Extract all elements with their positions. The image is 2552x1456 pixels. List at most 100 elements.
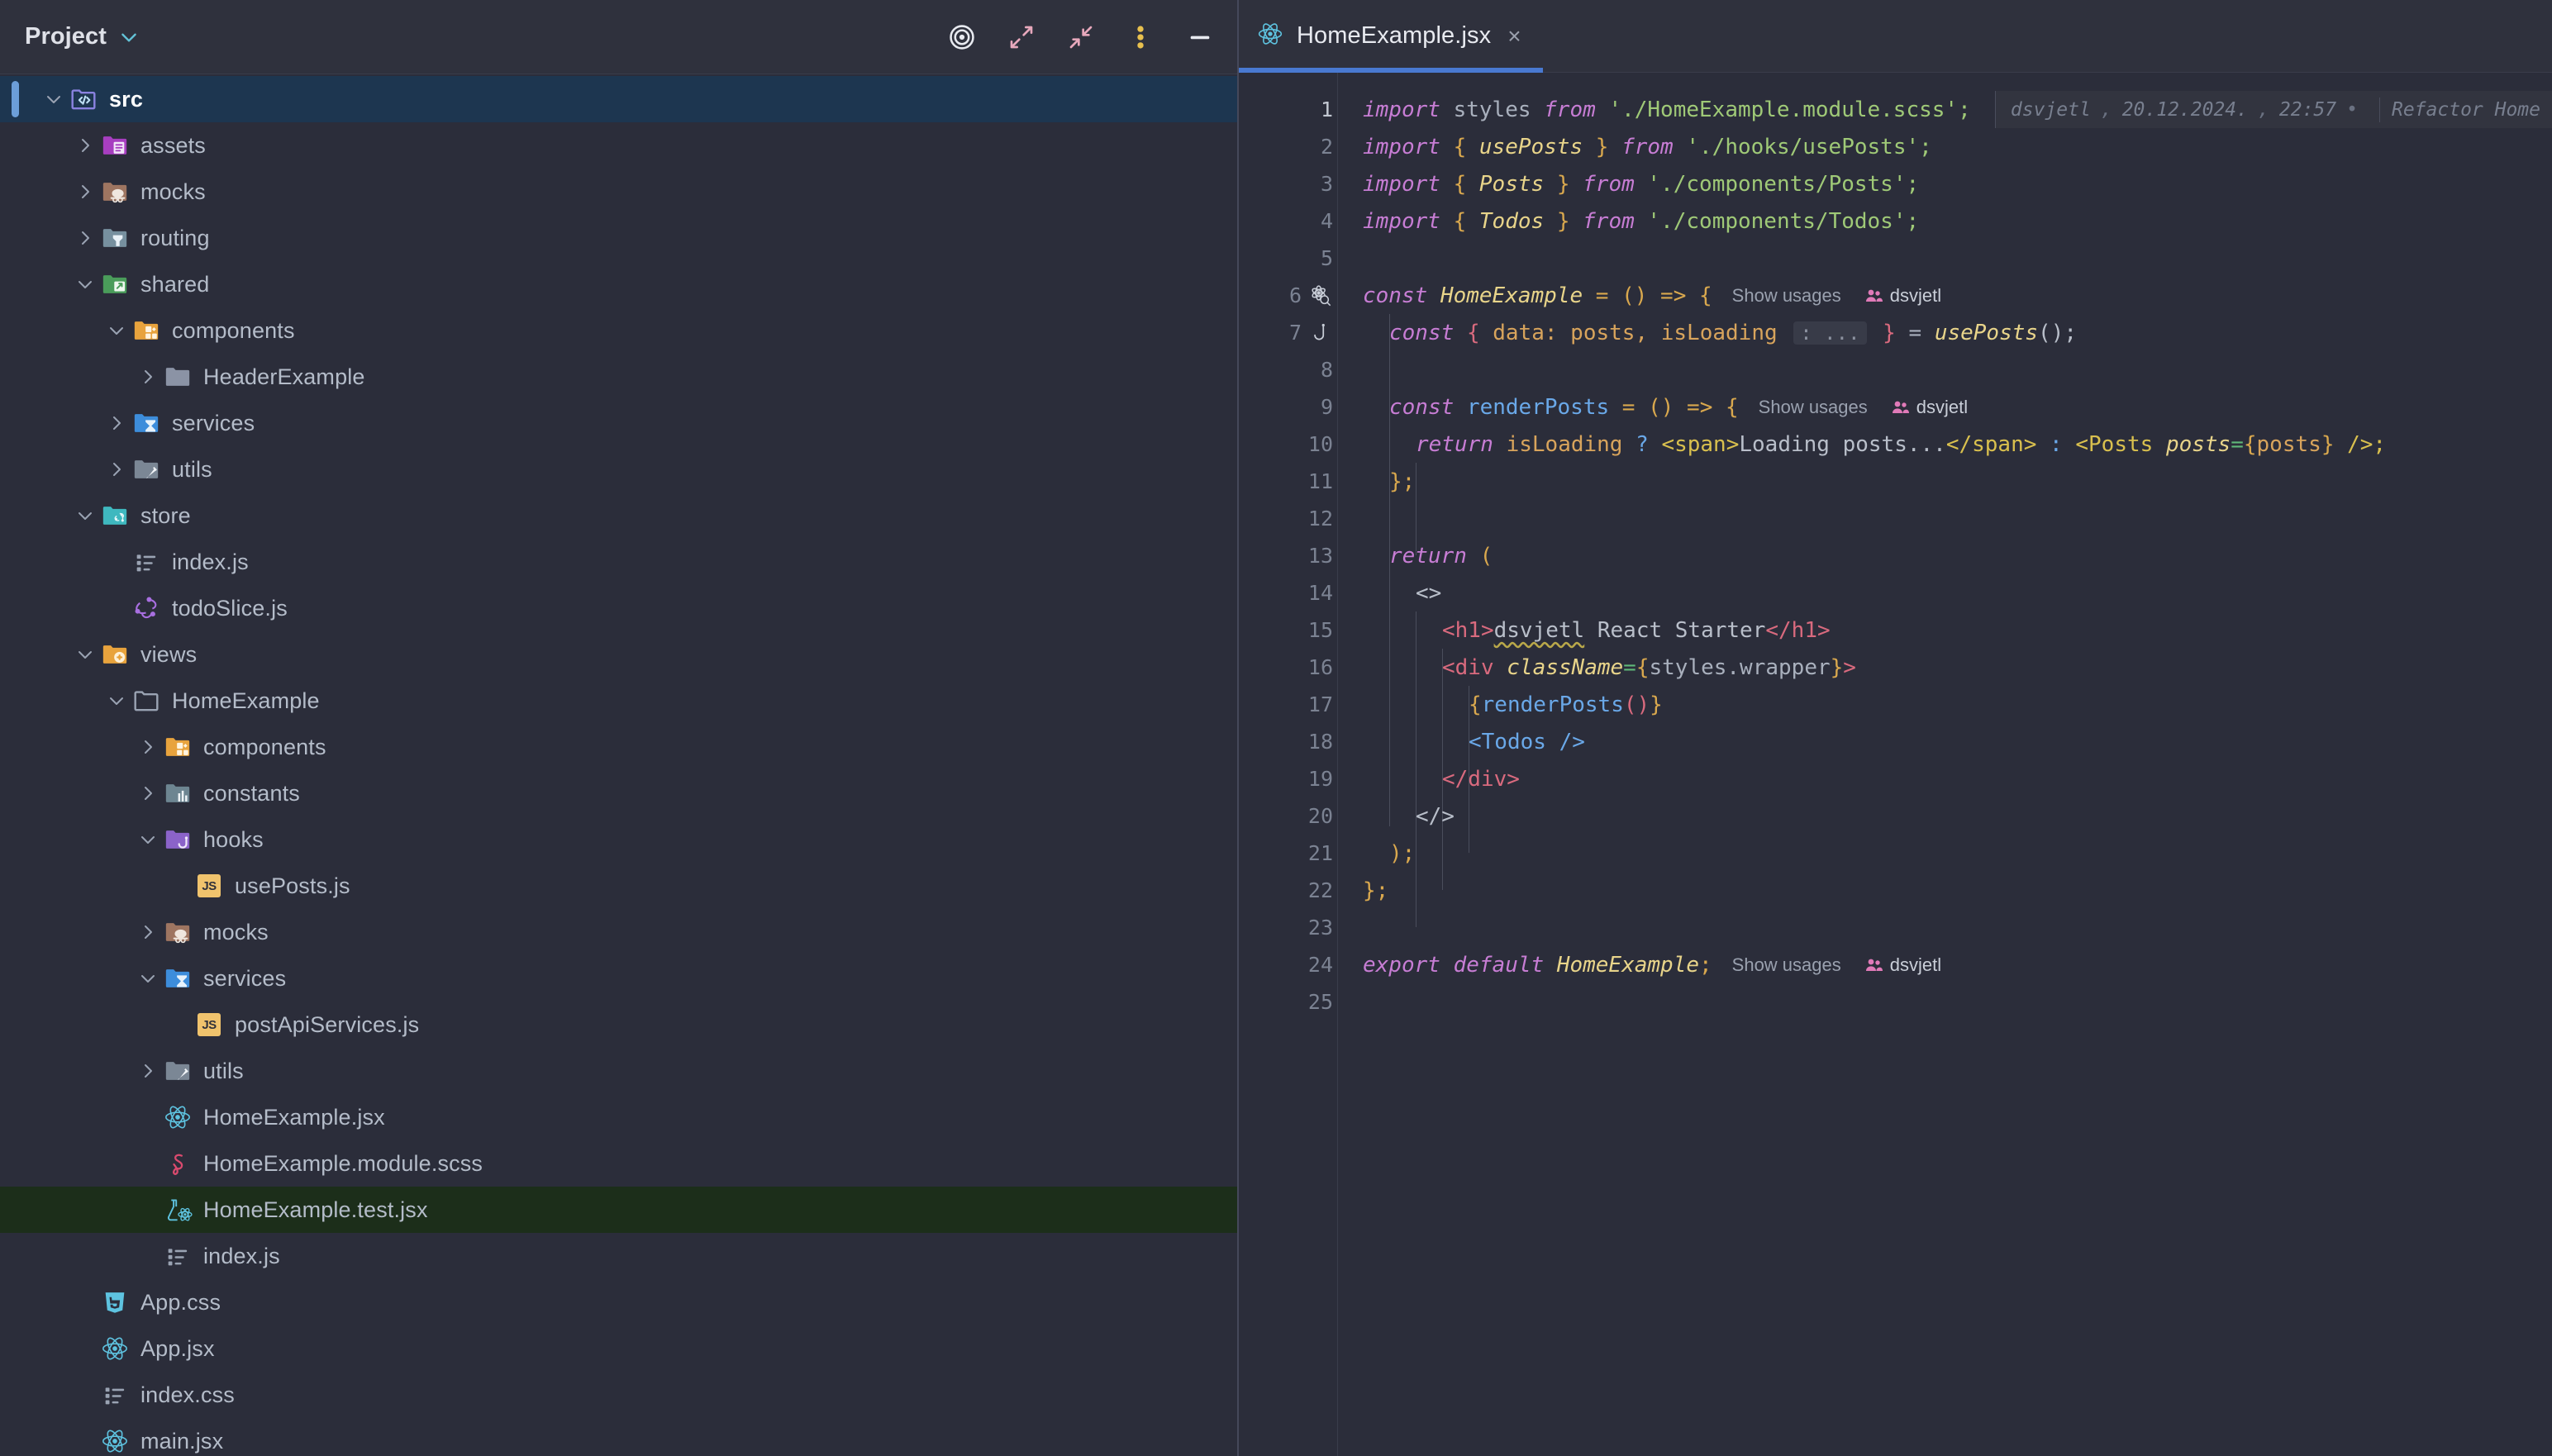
- tree-item-assets[interactable]: assets: [0, 122, 1237, 169]
- chevron-right-icon[interactable]: [102, 455, 131, 483]
- tree-item-hooks[interactable]: hooks: [0, 816, 1237, 863]
- tree-item-useposts-js[interactable]: JSusePosts.js: [0, 863, 1237, 909]
- target-icon[interactable]: [946, 21, 978, 53]
- gutter-line-6[interactable]: 6: [1239, 277, 1338, 314]
- gutter-line-23[interactable]: 23: [1239, 909, 1338, 946]
- collapsed-inlay-hint[interactable]: : ...: [1793, 321, 1866, 345]
- gutter-line-5[interactable]: 5: [1239, 240, 1338, 277]
- react-hook-icon[interactable]: [1308, 322, 1333, 344]
- editor-code-content[interactable]: import styles from './HomeExample.module…: [1338, 73, 2552, 1456]
- gutter-line-3[interactable]: 3: [1239, 165, 1338, 202]
- gutter-line-8[interactable]: 8: [1239, 351, 1338, 388]
- gutter-line-7[interactable]: 7: [1239, 314, 1338, 351]
- gutter-line-11[interactable]: 11: [1239, 463, 1338, 500]
- tree-item-utils[interactable]: utils: [0, 1048, 1237, 1094]
- minimize-dash-icon[interactable]: [1184, 21, 1216, 53]
- close-icon[interactable]: ×: [1507, 25, 1521, 48]
- code-editor-area[interactable]: 1234567891011121314151617181920212223242…: [1239, 73, 2552, 1456]
- gutter-line-12[interactable]: 12: [1239, 500, 1338, 537]
- chevron-right-icon[interactable]: [134, 733, 162, 761]
- vertical-dots-icon[interactable]: [1125, 21, 1156, 53]
- chevron-down-icon[interactable]: [134, 826, 162, 854]
- tree-item-headerexample[interactable]: HeaderExample: [0, 354, 1237, 400]
- chevron-down-icon[interactable]: [134, 964, 162, 992]
- chevron-right-icon[interactable]: [134, 1057, 162, 1085]
- gutter-line-13[interactable]: 13: [1239, 537, 1338, 574]
- gutter-line-17[interactable]: 17: [1239, 686, 1338, 723]
- chevron-right-icon[interactable]: [71, 178, 99, 206]
- editor-tab-homeexample-jsx[interactable]: HomeExample.jsx ×: [1239, 0, 1543, 72]
- collapse-arrows-icon[interactable]: [1065, 21, 1097, 53]
- chevron-down-icon[interactable]: [71, 640, 99, 669]
- tree-item-homeexample[interactable]: HomeExample: [0, 678, 1237, 724]
- tree-item-mocks[interactable]: mocks: [0, 909, 1237, 955]
- tree-item-index-css[interactable]: index.css: [0, 1372, 1237, 1418]
- chevron-down-icon[interactable]: [71, 502, 99, 530]
- token-brace-open: {: [1454, 172, 1467, 197]
- tree-item-homeexample-test-jsx[interactable]: HomeExample.test.jsx: [0, 1187, 1237, 1233]
- tree-item-app-css[interactable]: App.css: [0, 1279, 1237, 1325]
- tree-item-mocks[interactable]: mocks: [0, 169, 1237, 215]
- tree-item-store[interactable]: store: [0, 492, 1237, 539]
- gutter-line-14[interactable]: 14: [1239, 574, 1338, 611]
- tree-item-utils[interactable]: utils: [0, 446, 1237, 492]
- tree-item-views[interactable]: views: [0, 631, 1237, 678]
- gutter-line-15[interactable]: 15: [1239, 611, 1338, 649]
- chevron-down-icon[interactable]: [102, 687, 131, 715]
- editor-gutter[interactable]: 1234567891011121314151617181920212223242…: [1239, 73, 1338, 1456]
- react-component-inspect-icon[interactable]: [1308, 284, 1333, 307]
- project-panel-header: Project: [0, 0, 1237, 74]
- tree-item-index-js[interactable]: index.js: [0, 539, 1237, 585]
- inlay-author-9[interactable]: dsvjetl: [1891, 397, 1968, 418]
- gutter-line-24[interactable]: 24: [1239, 946, 1338, 983]
- chevron-down-icon[interactable]: [102, 316, 131, 345]
- inlay-show-usages[interactable]: Show usages: [1732, 954, 1841, 976]
- tree-item-routing[interactable]: routing: [0, 215, 1237, 261]
- tree-item-postapiservices-js[interactable]: JSpostApiServices.js: [0, 1002, 1237, 1048]
- folder-mocks-icon: [162, 916, 193, 948]
- tree-item-shared[interactable]: shared: [0, 261, 1237, 307]
- tree-item-homeexample-jsx[interactable]: HomeExample.jsx: [0, 1094, 1237, 1140]
- tree-item-constants[interactable]: constants: [0, 770, 1237, 816]
- gutter-line-22[interactable]: 22: [1239, 872, 1338, 909]
- vcs-blame-annotation[interactable]: dsvjetl, 20.12.2024., 22:57 • Refactor H…: [1995, 91, 2552, 128]
- inlay-show-usages[interactable]: Show usages: [1732, 285, 1841, 307]
- gutter-line-16[interactable]: 16: [1239, 649, 1338, 686]
- chevron-right-icon[interactable]: [71, 224, 99, 252]
- expand-arrows-icon[interactable]: [1006, 21, 1037, 53]
- tree-item-main-jsx[interactable]: main.jsx: [0, 1418, 1237, 1456]
- tree-item-services[interactable]: services: [0, 955, 1237, 1002]
- gutter-line-20[interactable]: 20: [1239, 797, 1338, 835]
- chevron-right-icon[interactable]: [134, 918, 162, 946]
- tree-item-components[interactable]: components: [0, 307, 1237, 354]
- project-file-tree[interactable]: srcassetsmocksroutingsharedcomponentsHea…: [0, 74, 1237, 1456]
- chevron-down-icon[interactable]: [40, 85, 68, 113]
- chevron-right-icon[interactable]: [102, 409, 131, 437]
- inlay-author-24[interactable]: dsvjetl: [1864, 954, 1941, 976]
- gutter-line-21[interactable]: 21: [1239, 835, 1338, 872]
- chevron-right-icon[interactable]: [134, 363, 162, 391]
- gutter-line-18[interactable]: 18: [1239, 723, 1338, 760]
- tree-item-label: mocks: [140, 179, 206, 205]
- tree-item-services[interactable]: services: [0, 400, 1237, 446]
- chevron-down-icon[interactable]: [118, 26, 140, 48]
- gutter-line-1[interactable]: 1: [1239, 91, 1338, 128]
- token-homeexample: HomeExample: [1440, 283, 1583, 308]
- tree-item-homeexample-module-scss[interactable]: HomeExample.module.scss: [0, 1140, 1237, 1187]
- gutter-line-10[interactable]: 10: [1239, 426, 1338, 463]
- chevron-down-icon[interactable]: [71, 270, 99, 298]
- gutter-line-9[interactable]: 9: [1239, 388, 1338, 426]
- tree-item-src[interactable]: src: [0, 76, 1237, 122]
- gutter-line-25[interactable]: 25: [1239, 983, 1338, 1021]
- gutter-line-19[interactable]: 19: [1239, 760, 1338, 797]
- inlay-author-6[interactable]: dsvjetl: [1864, 285, 1941, 307]
- tree-item-components[interactable]: components: [0, 724, 1237, 770]
- gutter-line-4[interactable]: 4: [1239, 202, 1338, 240]
- tree-item-index-js[interactable]: index.js: [0, 1233, 1237, 1279]
- gutter-line-2[interactable]: 2: [1239, 128, 1338, 165]
- tree-item-app-jsx[interactable]: App.jsx: [0, 1325, 1237, 1372]
- inlay-show-usages[interactable]: Show usages: [1759, 397, 1868, 418]
- tree-item-todoslice-js[interactable]: todoSlice.js: [0, 585, 1237, 631]
- chevron-right-icon[interactable]: [134, 779, 162, 807]
- chevron-right-icon[interactable]: [71, 131, 99, 159]
